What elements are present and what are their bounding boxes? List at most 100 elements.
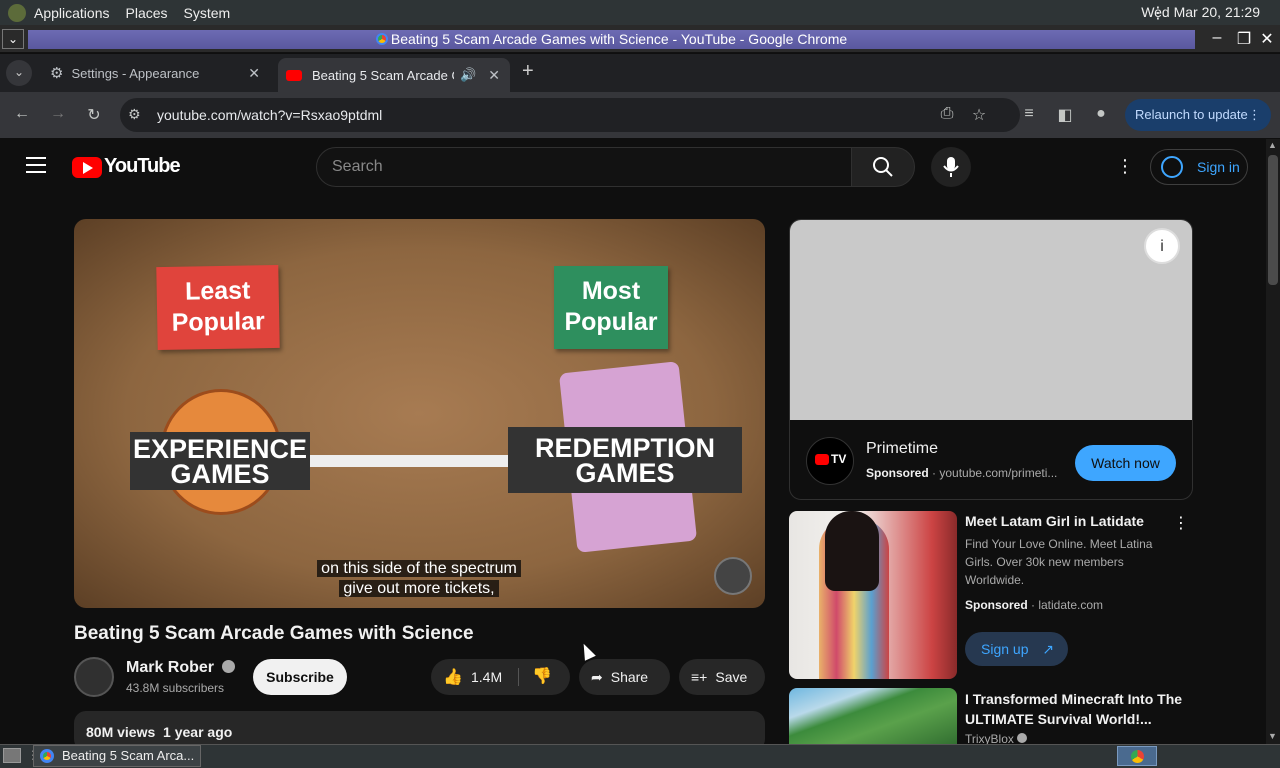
ad-domain: youtube.com/primeti... bbox=[939, 466, 1058, 480]
window-title-text: Beating 5 Scam Arcade Games with Science… bbox=[390, 31, 848, 47]
site-info-icon[interactable]: ⚙ bbox=[128, 106, 141, 123]
youtube-tv-icon bbox=[815, 454, 829, 465]
relaunch-label: Relaunch to update bbox=[1135, 107, 1248, 122]
speaker-icon[interactable]: 🔊 bbox=[460, 67, 476, 83]
channel-watermark-icon[interactable] bbox=[714, 557, 752, 595]
forward-icon[interactable]: → bbox=[48, 105, 68, 123]
hair-shape bbox=[825, 511, 879, 591]
microphone-icon bbox=[943, 157, 959, 177]
thumbs-down-icon[interactable]: 👎 bbox=[532, 659, 552, 695]
video-player[interactable]: Least Popular Most Popular EXPERIENCE GA… bbox=[74, 219, 765, 608]
video-title: Beating 5 Scam Arcade Games with Science bbox=[74, 623, 474, 644]
verified-icon bbox=[222, 660, 236, 673]
gnome-foot-icon[interactable] bbox=[8, 3, 26, 22]
close-tab-icon[interactable]: ✕ bbox=[248, 65, 260, 82]
sign-in-label: Sign in bbox=[1197, 159, 1240, 175]
ad2-sponsor-line: Sponsored · latidate.com bbox=[965, 598, 1104, 612]
sign-up-label: Sign up bbox=[981, 641, 1029, 657]
spectrum-line bbox=[306, 455, 511, 467]
chrome-icon bbox=[375, 33, 388, 45]
caption-line: give out more tickets, bbox=[339, 580, 499, 597]
ad2-thumbnail[interactable] bbox=[789, 511, 957, 679]
window-title: Beating 5 Scam Arcade Games with Science… bbox=[28, 30, 1195, 49]
ad2-title[interactable]: Meet Latam Girl in Latidate bbox=[965, 513, 1144, 529]
workspace-switcher[interactable] bbox=[1117, 746, 1157, 766]
window-menu-icon[interactable]: ⌄ bbox=[2, 29, 24, 49]
ad-logo[interactable]: TV bbox=[806, 437, 854, 485]
recommended-title[interactable]: I Transformed Minecraft Into The ULTIMAT… bbox=[965, 689, 1195, 729]
scroll-down-icon[interactable]: ▼ bbox=[1268, 731, 1277, 741]
info-icon[interactable]: i bbox=[1144, 228, 1180, 264]
caption-line: on this side of the spectrum bbox=[317, 560, 521, 577]
install-app-icon[interactable]: ⎙ bbox=[937, 105, 957, 123]
hamburger-menu-icon[interactable] bbox=[26, 157, 46, 173]
account-icon bbox=[1161, 156, 1183, 178]
ad2-description: Find Your Love Online. Meet Latina Girls… bbox=[965, 537, 1153, 587]
ad-sponsor-line: Sponsored · youtube.com/primeti... bbox=[866, 466, 1058, 480]
tab-label: Beating 5 Scam Arcade G bbox=[312, 67, 454, 83]
chrome-icon bbox=[40, 749, 54, 763]
gear-icon: ⚙ bbox=[50, 65, 64, 82]
url-text[interactable]: youtube.com/watch?v=Rsxao9ptdml bbox=[157, 107, 382, 123]
save-button[interactable]: ≡+ Save bbox=[679, 659, 765, 695]
profile-icon[interactable]: ● bbox=[1091, 105, 1111, 123]
like-button[interactable]: 👍 bbox=[443, 659, 463, 696]
media-controls-icon[interactable]: ≡ bbox=[1019, 105, 1039, 123]
taskbar-item-label: Beating 5 Scam Arca... bbox=[62, 748, 195, 763]
search-icon bbox=[873, 157, 893, 177]
tab-search-icon[interactable]: ⌄ bbox=[6, 60, 32, 86]
sign-in-button[interactable]: Sign in bbox=[1150, 149, 1248, 185]
new-tab-icon[interactable]: + bbox=[522, 60, 534, 83]
external-link-icon: ↗ bbox=[1042, 641, 1054, 657]
chrome-icon bbox=[1131, 750, 1144, 763]
watch-now-button[interactable]: Watch now bbox=[1075, 445, 1176, 481]
ad2-domain: latidate.com bbox=[1038, 598, 1104, 612]
save-label: Save bbox=[715, 669, 748, 685]
channel-name[interactable]: Mark Rober bbox=[126, 659, 236, 677]
subscribe-button[interactable]: Subscribe bbox=[253, 659, 347, 695]
applications-menu[interactable]: Applications bbox=[26, 5, 118, 21]
video-caption: on this side of the spectrum give out mo… bbox=[306, 559, 532, 599]
channel-avatar[interactable] bbox=[74, 657, 114, 697]
experience-games-label: EXPERIENCE GAMES bbox=[130, 432, 310, 490]
scroll-up-icon[interactable]: ▲ bbox=[1268, 140, 1277, 150]
share-button[interactable]: ➦ Share bbox=[579, 659, 670, 695]
youtube-logo-text[interactable]: YouTube bbox=[104, 155, 181, 178]
subscriber-count: 43.8M subscribers bbox=[126, 681, 225, 695]
reload-icon[interactable]: ↻ bbox=[84, 105, 104, 125]
maximize-icon[interactable]: ❐ bbox=[1234, 29, 1254, 49]
voice-search-button[interactable] bbox=[931, 147, 971, 187]
youtube-favicon-icon bbox=[286, 69, 302, 81]
tab-youtube[interactable]: Beating 5 Scam Arcade G 🔊 ✕ bbox=[278, 58, 510, 92]
like-count[interactable]: 1.4M bbox=[471, 659, 502, 695]
relaunch-button[interactable]: Relaunch to update ⋮ bbox=[1125, 99, 1271, 131]
like-dislike-group: 👍 1.4M 👎 bbox=[431, 659, 570, 695]
ad2-kebab-icon[interactable]: ⋮ bbox=[1173, 513, 1189, 533]
system-menu[interactable]: System bbox=[176, 5, 239, 21]
kebab-menu-icon[interactable]: ⋮ bbox=[1248, 99, 1261, 131]
verified-icon bbox=[1017, 733, 1028, 743]
search-input[interactable]: Search bbox=[316, 147, 852, 187]
redemption-games-label: REDEMPTION GAMES bbox=[508, 427, 742, 493]
scrollbar-thumb[interactable] bbox=[1268, 155, 1278, 285]
close-tab-icon[interactable]: ✕ bbox=[488, 67, 500, 84]
side-panel-icon[interactable]: ◧ bbox=[1055, 105, 1075, 125]
tab-settings[interactable]: ⚙ Settings - Appearance ✕ bbox=[42, 58, 270, 88]
back-icon[interactable]: ← bbox=[12, 105, 32, 123]
ad-title[interactable]: Primetime bbox=[866, 440, 938, 458]
minimize-icon[interactable]: – bbox=[1207, 29, 1227, 47]
search-button[interactable] bbox=[851, 147, 915, 187]
sign-up-button[interactable]: Sign up ↗ bbox=[965, 632, 1068, 666]
clock[interactable]: Wed Mar 20, 21:29 bbox=[1141, 4, 1260, 20]
ad-media[interactable] bbox=[790, 220, 1192, 420]
places-menu[interactable]: Places bbox=[118, 5, 176, 21]
bookmark-star-icon[interactable]: ☆ bbox=[969, 105, 989, 125]
taskbar-item-chrome[interactable]: Beating 5 Scam Arca... bbox=[33, 745, 201, 767]
show-desktop-icon[interactable] bbox=[3, 748, 21, 763]
divider bbox=[518, 668, 519, 686]
close-window-icon[interactable]: ✕ bbox=[1257, 29, 1277, 49]
settings-kebab-icon[interactable]: ⋮ bbox=[1116, 156, 1134, 177]
play-triangle-icon bbox=[83, 162, 93, 174]
recommended-thumbnail[interactable] bbox=[789, 688, 957, 748]
ad-logo-text: TV bbox=[831, 452, 847, 466]
